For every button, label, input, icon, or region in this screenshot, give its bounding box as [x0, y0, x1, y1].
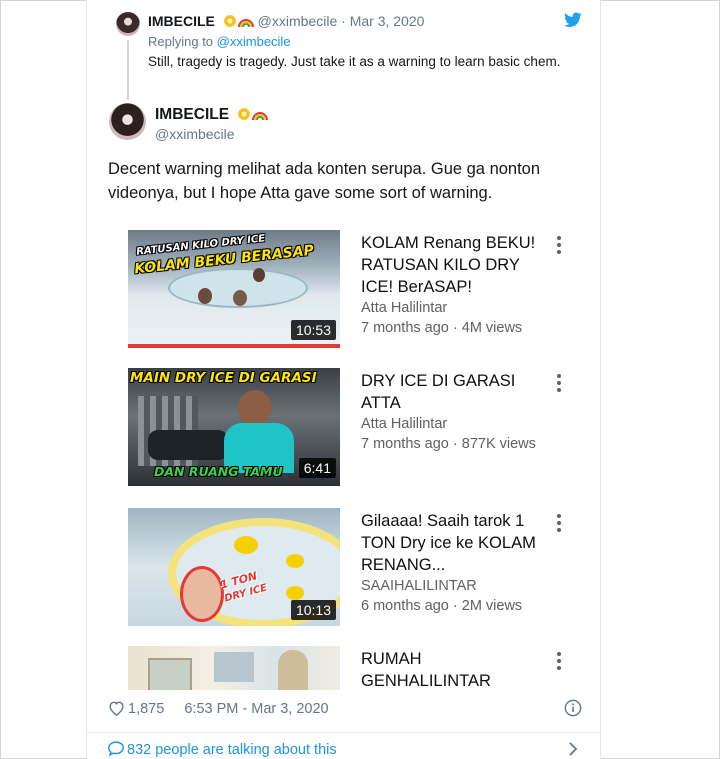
reply-text: Still, tragedy is tragedy. Just take it …	[148, 54, 561, 69]
star-emoji-icon	[237, 107, 252, 121]
watched-progress-bar	[128, 344, 340, 348]
star-emoji-icon	[222, 14, 237, 28]
thumbnail-caption: DAN RUANG TAMU	[154, 464, 283, 479]
talking-count[interactable]: 832 people are talking about this	[127, 742, 337, 758]
video-title[interactable]: DRY ICE DI GARASI ATTA	[361, 370, 551, 414]
reply-author-name[interactable]: IMBECILE	[148, 13, 215, 29]
more-options-icon[interactable]	[553, 650, 565, 670]
thread-line	[127, 40, 129, 100]
reply-avatar[interactable]	[116, 12, 140, 36]
video-meta: 7 months ago · 877K views	[361, 436, 536, 452]
tweet-text: Decent warning melihat ada konten serupa…	[108, 160, 541, 202]
reply-author-handle[interactable]: @xximbecile	[258, 13, 338, 29]
video-thumbnail[interactable]	[128, 646, 340, 690]
video-meta: 7 months ago · 4M views	[361, 320, 523, 336]
thumbnail-caption: MAIN DRY ICE DI GARASI	[130, 370, 317, 386]
more-options-icon[interactable]	[553, 372, 565, 392]
like-count[interactable]: 1,875	[128, 701, 164, 717]
video-thumbnail[interactable]: 1 TON DRY ICE 10:13	[128, 508, 340, 626]
video-item[interactable]: RATUSAN KILO DRY ICE KOLAM BEKU BERASAP …	[128, 230, 578, 350]
video-thumbnail[interactable]: MAIN DRY ICE DI GARASI DAN RUANG TAMU 6:…	[128, 368, 340, 486]
video-meta: 6 months ago · 2M views	[361, 598, 523, 614]
replying-to: Replying to @xximbecile	[148, 34, 291, 49]
rainbow-emoji-icon	[237, 19, 254, 28]
video-title[interactable]: KOLAM Renang BEKU! RATUSAN KILO DRY ICE!…	[361, 232, 551, 298]
video-duration: 6:41	[298, 458, 336, 478]
video-title[interactable]: Gilaaaa! Saaih tarok 1 TON Dry ice ke KO…	[361, 510, 551, 576]
author-handle[interactable]: @xximbecile	[155, 126, 235, 142]
video-list: RATUSAN KILO DRY ICE KOLAM BEKU BERASAP …	[120, 220, 590, 690]
video-thumbnail[interactable]: RATUSAN KILO DRY ICE KOLAM BEKU BERASAP …	[128, 230, 340, 348]
replying-to-link[interactable]: @xximbecile	[217, 34, 291, 49]
author-avatar[interactable]	[109, 103, 146, 140]
video-item[interactable]: 1 TON DRY ICE 10:13 Gilaaaa! Saaih tarok…	[128, 508, 578, 628]
divider	[87, 732, 600, 733]
video-channel[interactable]: Atta Halilintar	[361, 416, 447, 432]
author-name-row: IMBECILE	[155, 106, 269, 124]
video-channel[interactable]: SAAIHALILINTAR	[361, 578, 477, 594]
twitter-bird-icon[interactable]	[564, 12, 582, 28]
author-name[interactable]: IMBECILE	[155, 106, 229, 123]
reply-date[interactable]: Mar 3, 2020	[350, 13, 425, 29]
video-duration: 10:13	[290, 600, 336, 620]
more-options-icon[interactable]	[553, 234, 565, 254]
chevron-right-icon[interactable]	[568, 742, 578, 756]
rainbow-emoji-icon	[252, 112, 269, 121]
video-item[interactable]: RUMAH GENHALILINTAR	[128, 646, 578, 690]
video-channel[interactable]: Atta Halilintar	[361, 300, 447, 316]
info-icon[interactable]	[564, 699, 582, 717]
speech-bubble-icon	[108, 741, 124, 757]
conversation-link[interactable]: 832 people are talking about this	[108, 741, 337, 758]
video-title[interactable]: RUMAH GENHALILINTAR	[361, 648, 551, 690]
video-item[interactable]: MAIN DRY ICE DI GARASI DAN RUANG TAMU 6:…	[128, 368, 578, 488]
heart-icon[interactable]	[108, 700, 125, 716]
reply-header: IMBECILE @xximbecile · Mar 3, 2020	[148, 13, 425, 29]
tweet-timestamp[interactable]: 6:53 PM - Mar 3, 2020	[184, 701, 328, 717]
more-options-icon[interactable]	[553, 512, 565, 532]
video-duration: 10:53	[290, 320, 336, 340]
tweet-footer: 1,875 6:53 PM - Mar 3, 2020	[108, 700, 329, 717]
